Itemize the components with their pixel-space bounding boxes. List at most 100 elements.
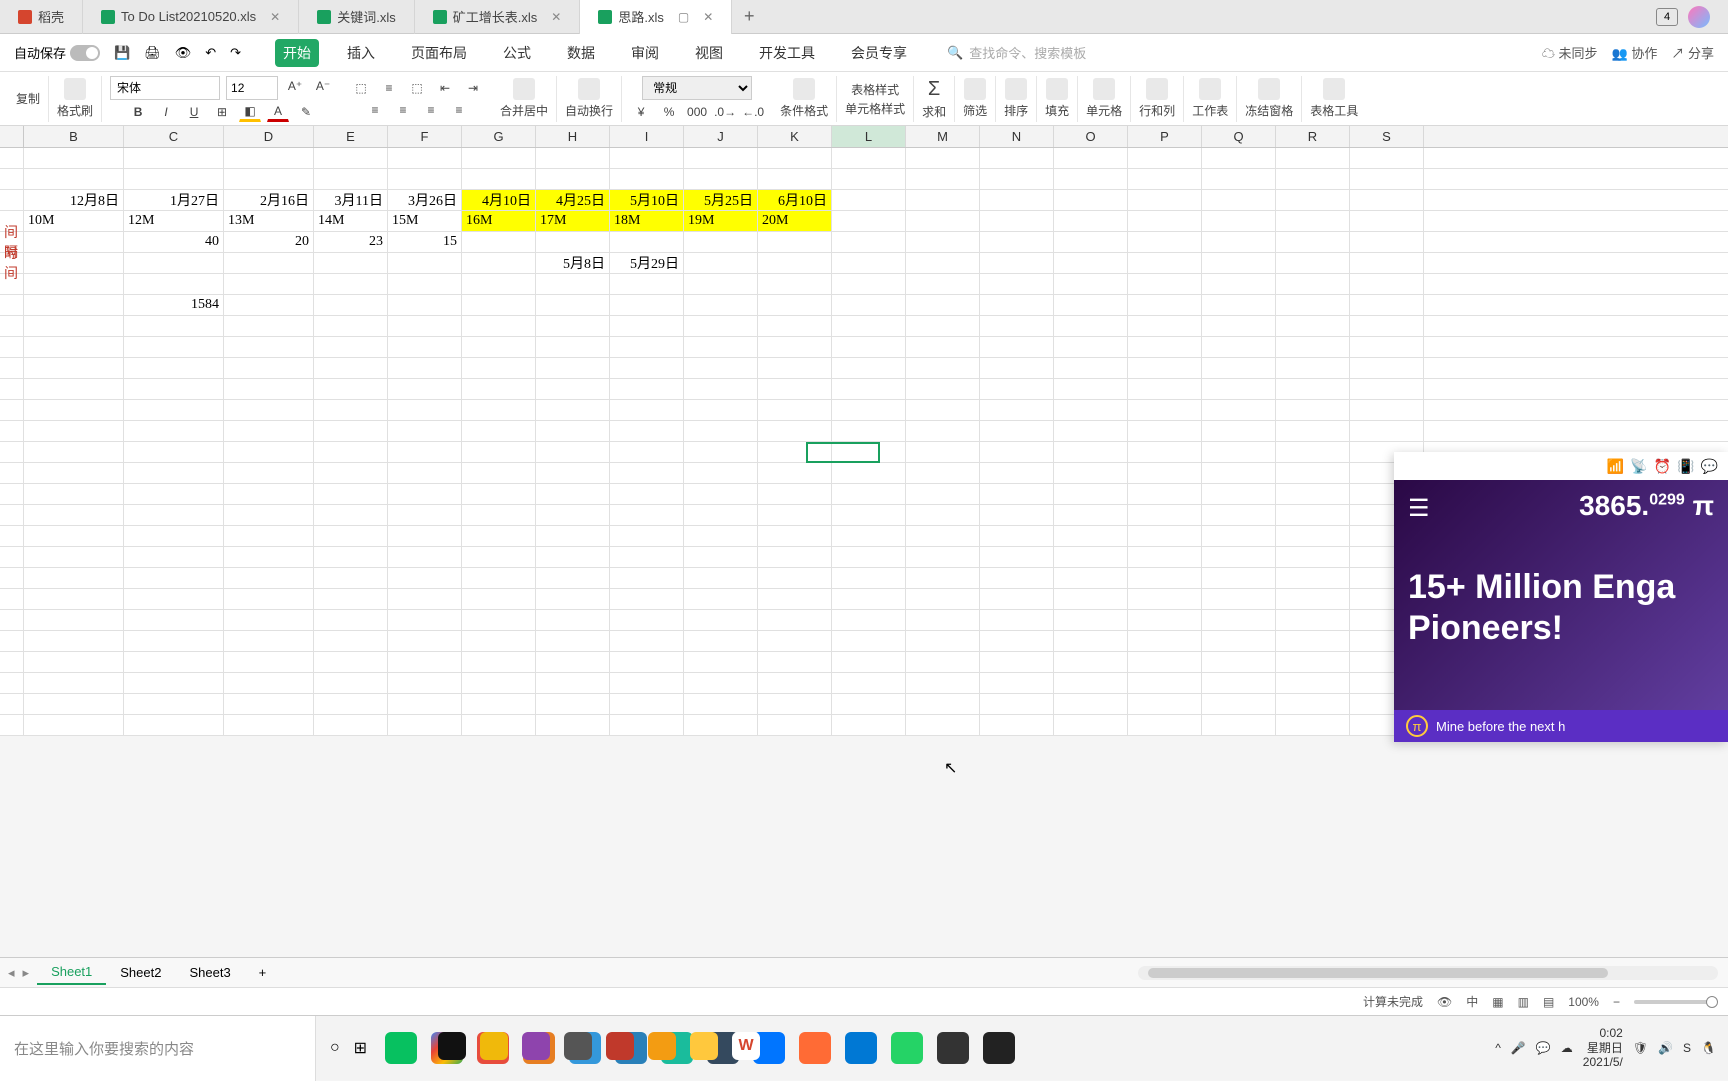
align-top-icon[interactable]: ⬚ [350,78,372,98]
cell[interactable]: 3月11日 [314,190,388,210]
view-break-icon[interactable]: ▤ [1543,995,1554,1009]
window-count-badge[interactable]: 4 [1656,8,1678,26]
align-middle-icon[interactable]: ≡ [378,78,400,98]
wechat-icon[interactable] [385,1032,417,1064]
cell-icon[interactable] [1093,78,1115,100]
menu-view[interactable]: 视图 [687,39,731,67]
cell[interactable]: 18M [610,211,684,231]
cell[interactable]: 12月8日 [24,190,124,210]
cell[interactable]: 5月25日 [684,190,758,210]
col-header[interactable]: Q [1202,126,1276,147]
wps-icon[interactable]: W [732,1032,760,1060]
tab-silu[interactable]: 思路.xls▢✕ [580,0,732,34]
cell[interactable]: 5月8日 [536,253,610,273]
tab-daoke[interactable]: 稻壳 [0,0,83,34]
sheet-tab-1[interactable]: Sheet1 [37,960,106,985]
cell[interactable]: 3月26日 [388,190,462,210]
onedrive-icon[interactable]: ☁ [1561,1041,1573,1055]
clock[interactable]: 0:02 星期日 2021/5/ [1583,1026,1623,1069]
sheet-tab-2[interactable]: Sheet2 [106,961,175,984]
cell[interactable]: 时间 [0,253,24,273]
coop-button[interactable]: 👥 协作 [1612,43,1658,62]
app-icon[interactable] [438,1032,466,1060]
zoom-value[interactable]: 100% [1568,995,1599,1009]
format-painter-icon[interactable] [64,78,86,100]
col-header[interactable]: D [224,126,314,147]
tray-expand-icon[interactable]: ^ [1495,1041,1501,1055]
cell[interactable]: 12M [124,211,224,231]
cell[interactable]: 10M [24,211,124,231]
horizontal-scrollbar[interactable] [1138,966,1718,980]
font-family-select[interactable] [110,76,220,100]
indent-dec-icon[interactable]: ⇤ [434,78,456,98]
tblstyle-button[interactable]: 表格样式 [851,81,899,98]
menu-insert[interactable]: 插入 [339,39,383,67]
col-header[interactable]: N [980,126,1054,147]
cell[interactable]: 2月16日 [224,190,314,210]
cell[interactable]: 14M [314,211,388,231]
cell[interactable]: 17M [536,211,610,231]
freeze-icon[interactable] [1258,78,1280,100]
wrap-icon[interactable] [578,78,600,100]
col-header[interactable]: F [388,126,462,147]
align-left-icon[interactable]: ≡ [364,100,386,120]
rowcol-icon[interactable] [1146,78,1168,100]
increase-font-icon[interactable]: A⁺ [284,76,306,96]
font-size-select[interactable] [226,76,278,100]
highlight-button[interactable]: ✎ [295,102,317,122]
ime-tray-icon[interactable]: S [1683,1041,1691,1055]
menu-member[interactable]: 会员专享 [843,39,915,67]
cellstyle-button[interactable]: 单元格样式 [845,100,905,117]
fill-icon[interactable] [1046,78,1068,100]
volume-icon[interactable]: 🔊 [1658,1041,1673,1055]
view-normal-icon[interactable]: ▦ [1492,995,1503,1009]
cell[interactable]: 19M [684,211,758,231]
menu-pagelayout[interactable]: 页面布局 [403,39,475,67]
app-icon[interactable] [648,1032,676,1060]
tools-icon[interactable] [1323,78,1345,100]
cell[interactable]: 23 [314,232,388,252]
col-header[interactable]: I [610,126,684,147]
align-right-icon[interactable]: ≡ [420,100,442,120]
menu-start[interactable]: 开始 [275,39,319,67]
cell[interactable]: 20 [224,232,314,252]
close-icon[interactable]: ✕ [703,10,713,24]
zoom-out-button[interactable]: − [1613,995,1620,1009]
app-icon[interactable] [522,1032,550,1060]
menu-formula[interactable]: 公式 [495,39,539,67]
autosave-toggle[interactable]: 自动保存 [14,43,100,62]
tab-miner[interactable]: 矿工增长表.xls✕ [415,0,581,34]
cell[interactable]: 5月29日 [610,253,684,273]
align-bottom-icon[interactable]: ⬚ [406,78,428,98]
view-page-icon[interactable]: ▥ [1518,995,1529,1009]
cell[interactable]: 15M [388,211,462,231]
app-icon[interactable] [564,1032,592,1060]
close-icon[interactable]: ✕ [551,10,561,24]
mic-icon[interactable]: 🎤 [1511,1041,1526,1055]
app-icon[interactable] [606,1032,634,1060]
bold-button[interactable]: B [127,102,149,122]
penguin-icon[interactable]: 🐧 [1701,1041,1716,1055]
cell[interactable]: 20M [758,211,832,231]
inc-decimal-icon[interactable]: .0→ [714,102,736,122]
whatsapp-taskbar-icon[interactable] [891,1032,923,1064]
avatar-icon[interactable] [1688,6,1710,28]
indent-inc-icon[interactable]: ⇥ [462,78,484,98]
explorer-icon[interactable] [690,1032,718,1060]
qq-icon[interactable] [937,1032,969,1064]
unsync-button[interactable]: ☁ 未同步 [1542,43,1598,62]
dec-decimal-icon[interactable]: ←.0 [742,102,764,122]
menu-data[interactable]: 数据 [559,39,603,67]
sheet-icon[interactable] [1199,78,1221,100]
close-icon[interactable]: ✕ [270,10,280,24]
zoom-slider[interactable] [1634,1000,1714,1004]
sort-icon[interactable] [1005,78,1027,100]
add-sheet-button[interactable]: + [245,961,281,984]
align-center-icon[interactable]: ≡ [392,100,414,120]
border-button[interactable]: ⊞ [211,102,233,122]
col-header[interactable]: H [536,126,610,147]
tab-keywords[interactable]: 关键词.xls [299,0,415,34]
minimize-icon[interactable]: ▢ [678,10,689,24]
font-color-button[interactable]: A [267,102,289,122]
filter-icon[interactable] [964,78,986,100]
